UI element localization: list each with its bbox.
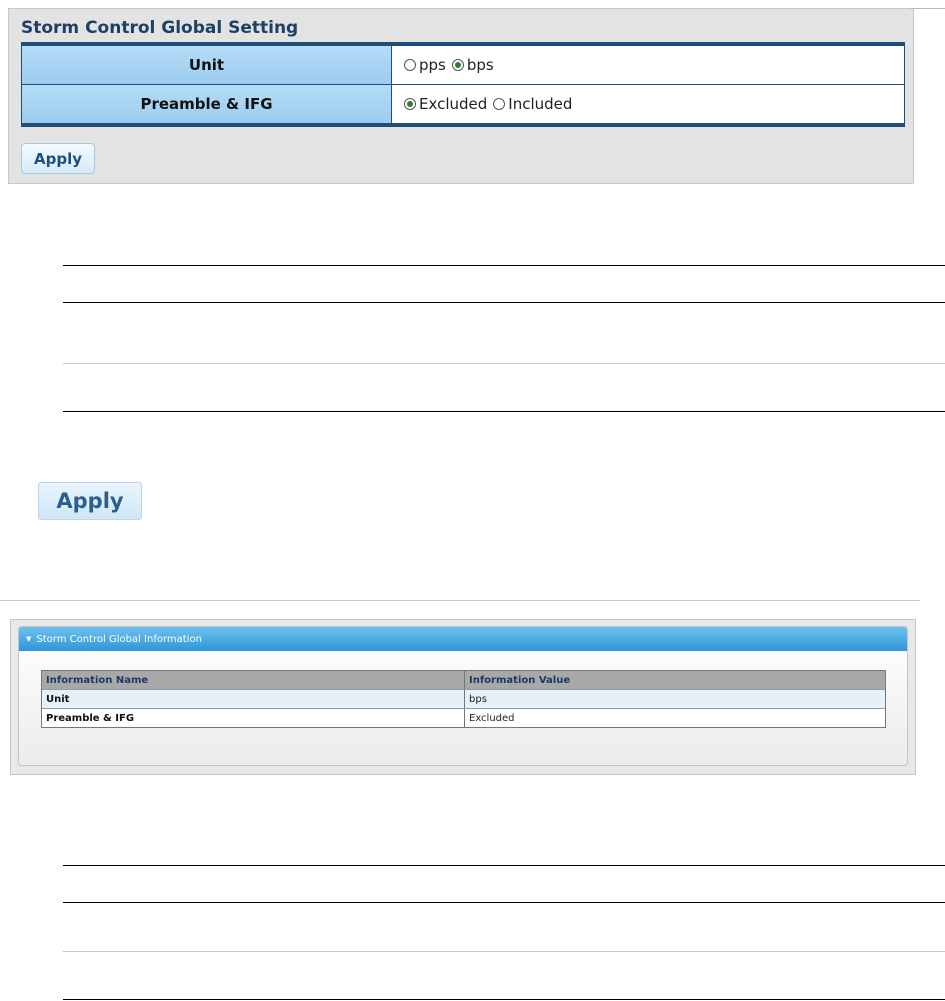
header-information-name: Information Name bbox=[42, 671, 465, 689]
preamble-radio-excluded[interactable]: Excluded bbox=[404, 95, 487, 113]
info-value-cell: Excluded bbox=[469, 712, 515, 724]
divider bbox=[63, 865, 945, 866]
table-row: Preamble & IFG Excluded bbox=[42, 708, 885, 727]
setting-row-preamble: Preamble & IFG Excluded Included bbox=[22, 84, 904, 123]
info-table-header: Information Name Information Value bbox=[42, 671, 885, 689]
radio-unchecked-icon[interactable] bbox=[493, 98, 506, 110]
table-row: Unit bps bbox=[42, 689, 885, 708]
unit-label: Unit bbox=[22, 46, 392, 84]
divider bbox=[63, 951, 945, 952]
storm-control-setting-panel: Storm Control Global Setting Unit pps bp… bbox=[8, 8, 914, 184]
setting-panel-title: Storm Control Global Setting bbox=[21, 18, 299, 38]
setting-apply-button[interactable]: Apply bbox=[21, 143, 95, 174]
divider bbox=[63, 363, 945, 364]
storm-control-info-panel: ▼ Storm Control Global Information Infor… bbox=[10, 619, 916, 775]
divider bbox=[910, 8, 945, 9]
info-box: ▼ Storm Control Global Information Infor… bbox=[18, 626, 908, 766]
unit-radio-pps[interactable]: pps bbox=[404, 56, 446, 74]
info-panel-title: Storm Control Global Information bbox=[36, 633, 202, 645]
caret-down-icon[interactable]: ▼ bbox=[26, 635, 31, 643]
preamble-options: Excluded Included bbox=[392, 85, 904, 123]
preamble-radio-included-label: Included bbox=[508, 95, 573, 113]
divider bbox=[63, 411, 945, 412]
preamble-label: Preamble & IFG bbox=[22, 85, 392, 123]
info-name-cell: Unit bbox=[42, 690, 465, 708]
radio-checked-icon[interactable] bbox=[451, 59, 464, 71]
setting-row-unit: Unit pps bps bbox=[22, 46, 904, 84]
radio-unchecked-icon[interactable] bbox=[404, 59, 416, 71]
info-header[interactable]: ▼ Storm Control Global Information bbox=[19, 627, 907, 651]
preamble-radio-excluded-label: Excluded bbox=[419, 95, 488, 113]
setting-table: Unit pps bps Preamble & IFG Excluded Inc… bbox=[21, 42, 905, 127]
unit-radio-bps-label: bps bbox=[466, 56, 494, 74]
unit-radio-bps[interactable]: bps bbox=[451, 56, 494, 74]
header-information-value: Information Value bbox=[469, 674, 571, 686]
info-name-cell: Preamble & IFG bbox=[42, 709, 465, 727]
radio-checked-icon[interactable] bbox=[404, 98, 416, 110]
unit-radio-pps-label: pps bbox=[419, 56, 446, 74]
divider bbox=[63, 265, 945, 266]
apply-button[interactable]: Apply bbox=[38, 482, 142, 520]
divider bbox=[63, 902, 945, 903]
unit-options: pps bps bbox=[392, 46, 904, 84]
section-divider bbox=[0, 600, 920, 601]
preamble-radio-included[interactable]: Included bbox=[493, 95, 572, 113]
info-value-cell: bps bbox=[469, 693, 487, 705]
info-table: Information Name Information Value Unit … bbox=[41, 670, 886, 728]
divider bbox=[63, 999, 945, 1000]
divider bbox=[63, 302, 945, 303]
